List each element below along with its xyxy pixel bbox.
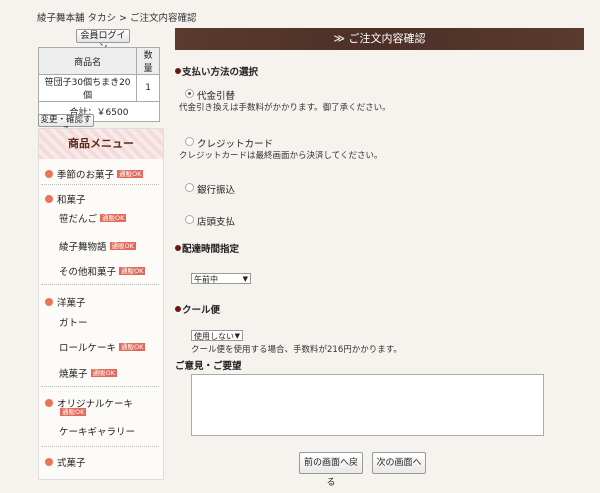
chevron-down-icon: ▼ — [242, 275, 248, 283]
radio-store-label: 店頭支払 — [197, 217, 236, 228]
next-button[interactable]: 次の画面へ — [372, 452, 426, 474]
page-title: ≫ ご注文内容確認 — [175, 28, 584, 50]
radio-bank[interactable] — [185, 183, 194, 192]
mail-order-badge: 通販OK — [117, 170, 144, 178]
menu-item-gateau[interactable]: ガトー — [59, 315, 88, 329]
cool-note: クール便を使用する場合、手数料が216円かかります。 — [191, 345, 402, 355]
menu-item-yakigashi[interactable]: 焼菓子 通販OK — [59, 366, 117, 380]
menu-item-wagashi[interactable]: 和菓子 — [45, 192, 86, 206]
radio-credit[interactable] — [185, 137, 194, 146]
comment-textarea[interactable] — [191, 374, 544, 436]
credit-note: クレジットカードは最終画面から決済してください。 — [179, 151, 383, 161]
menu-item-shikigashi[interactable]: 式菓子 — [45, 455, 86, 469]
bullet-icon — [175, 245, 181, 251]
menu-item-cake-gallery[interactable]: ケーキギャラリー — [59, 424, 135, 438]
product-menu: 商品メニュー 季節のお菓子 通販OK 和菓子 笹だんご 通販OK 綾子舞物語 通… — [38, 128, 164, 480]
cool-select[interactable]: 使用しない ▼ — [191, 330, 243, 341]
cart-header-name: 商品名 — [37, 47, 138, 75]
cart-table: 商品名 数量 笹団子30個ちまき20個 1 合計：￥6500 — [37, 47, 160, 122]
login-button[interactable]: 会員ログイン — [76, 29, 130, 53]
bullet-icon — [175, 306, 181, 312]
radio-cod[interactable] — [185, 89, 194, 98]
cod-note: 代金引き換えは手数料がかかります。御了承ください。 — [179, 103, 391, 113]
menu-item-ayakomai[interactable]: 綾子舞物語 通販OK — [59, 239, 136, 253]
bullet-icon — [45, 298, 53, 306]
radio-cod-label: 代金引替 — [197, 91, 236, 102]
mail-order-badge: 通販OK — [119, 267, 146, 275]
radio-credit-label: クレジットカード — [197, 139, 274, 150]
cart-header-qty: 数量 — [136, 47, 160, 75]
edit-cart-button[interactable]: 変更・確認する — [38, 114, 94, 136]
mail-order-badge: 通販OK — [60, 408, 87, 416]
bullet-icon — [45, 170, 53, 178]
bullet-icon — [45, 399, 53, 407]
menu-item-yougashi[interactable]: 洋菓子 — [45, 295, 86, 309]
comment-heading: ご意見・ご要望 — [175, 361, 242, 372]
mail-order-badge: 通販OK — [109, 242, 136, 250]
menu-item-other-wagashi[interactable]: その他和菓子 通販OK — [59, 264, 146, 278]
mail-order-badge: 通販OK — [100, 214, 127, 222]
menu-item-rollcake[interactable]: ロールケーキ 通販OK — [59, 340, 146, 354]
chevron-down-icon: ▼ — [234, 332, 240, 340]
menu-item-sasadango[interactable]: 笹だんご 通販OK — [59, 211, 127, 225]
delivery-heading: 配達時間指定 — [175, 241, 239, 255]
mail-order-badge: 通販OK — [90, 369, 117, 377]
bullet-icon — [175, 68, 181, 74]
delivery-time-select[interactable]: 午前中 ▼ — [191, 273, 251, 284]
radio-bank-label: 銀行振込 — [197, 185, 236, 196]
bullet-icon — [45, 195, 53, 203]
radio-store[interactable] — [185, 215, 194, 224]
breadcrumb: 綾子舞本舗 タカシ > ご注文内容確認 — [37, 13, 197, 24]
mail-order-badge: 通販OK — [119, 343, 146, 351]
cart-item-name: 笹団子30個ちまき20個 — [37, 74, 138, 102]
bullet-icon — [45, 458, 53, 466]
cart-item-qty: 1 — [136, 74, 160, 102]
back-button[interactable]: 前の画面へ戻る — [299, 452, 363, 488]
original-cake-badge-row: 通販OK — [57, 408, 87, 416]
menu-header: 商品メニュー — [39, 129, 163, 159]
payment-heading: 支払い方法の選択 — [175, 64, 258, 78]
menu-item-seasonal[interactable]: 季節のお菓子 通販OK — [45, 167, 144, 181]
cool-heading: クール便 — [175, 302, 220, 316]
